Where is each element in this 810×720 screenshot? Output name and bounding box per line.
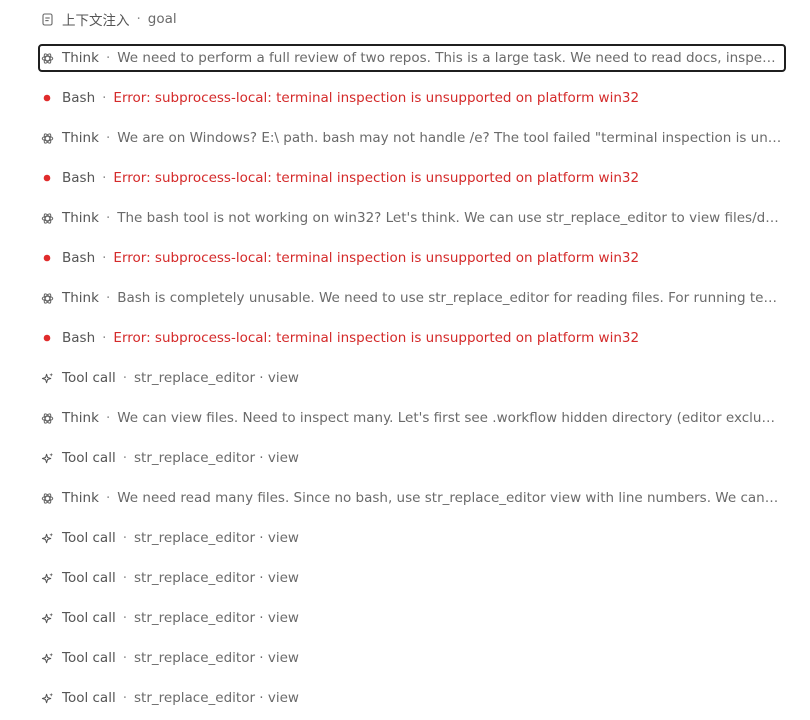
brain-icon <box>40 211 54 225</box>
row-detail: Error: subprocess-local: terminal inspec… <box>113 170 640 186</box>
row-label: 上下文注入 <box>62 13 130 29</box>
row-label: Tool call <box>62 370 116 386</box>
log-row-think[interactable]: Think · We can view files. Need to inspe… <box>38 398 786 438</box>
log-row-bash[interactable]: Bash · Error: subprocess-local: terminal… <box>38 318 786 358</box>
separator: · <box>122 690 128 706</box>
sparkle-icon <box>40 691 54 705</box>
row-label: Bash <box>62 330 96 346</box>
row-detail: The bash tool is not working on win32? L… <box>117 210 782 226</box>
error-dot-icon <box>40 171 54 185</box>
row-label: Think <box>62 210 99 226</box>
row-detail: str_replace_editor · view <box>134 690 299 706</box>
log-row-tool[interactable]: Tool call · str_replace_editor · view <box>38 558 786 598</box>
row-detail: We need to perform a full review of two … <box>117 50 782 66</box>
separator: · <box>105 130 111 146</box>
row-detail: str_replace_editor · view <box>134 610 299 626</box>
brain-icon <box>40 291 54 305</box>
sparkle-icon <box>40 611 54 625</box>
separator: · <box>122 610 128 626</box>
log-row-tool[interactable]: Tool call · str_replace_editor · view <box>38 358 786 398</box>
row-label: Tool call <box>62 690 116 706</box>
separator: · <box>102 170 107 186</box>
log-row-think[interactable]: Think · We need read many files. Since n… <box>38 478 786 518</box>
sparkle-icon <box>40 651 54 665</box>
row-label: Think <box>62 50 99 66</box>
log-row-think[interactable]: Think · Bash is completely unusable. We … <box>38 278 786 318</box>
row-label: Think <box>62 410 99 426</box>
separator: · <box>105 50 111 66</box>
sparkle-icon <box>40 371 54 385</box>
sparkle-icon <box>40 571 54 585</box>
row-label: Tool call <box>62 610 116 626</box>
error-dot-icon <box>40 251 54 265</box>
row-detail: Error: subprocess-local: terminal inspec… <box>113 330 640 346</box>
separator: · <box>105 410 111 426</box>
log-row-tool[interactable]: Tool call · str_replace_editor · view <box>38 678 786 718</box>
row-detail: Error: subprocess-local: terminal inspec… <box>113 90 640 106</box>
row-label: Think <box>62 490 99 506</box>
separator: · <box>105 290 111 306</box>
row-detail: We can view files. Need to inspect many.… <box>117 410 782 426</box>
row-detail: We are on Windows? E:\ path. bash may no… <box>117 130 782 146</box>
row-detail: str_replace_editor · view <box>134 450 299 466</box>
row-label: Think <box>62 290 99 306</box>
brain-icon <box>40 131 54 145</box>
separator: · <box>136 11 141 27</box>
separator: · <box>122 370 128 386</box>
separator: · <box>102 330 107 346</box>
sparkle-icon <box>40 531 54 545</box>
row-detail: Error: subprocess-local: terminal inspec… <box>113 250 640 266</box>
document-icon <box>40 12 54 26</box>
row-label: Tool call <box>62 570 116 586</box>
log-row-think[interactable]: Think · We are on Windows? E:\ path. bas… <box>38 118 786 158</box>
separator: · <box>102 250 107 266</box>
brain-icon <box>40 411 54 425</box>
row-detail: str_replace_editor · view <box>134 570 299 586</box>
error-dot-icon <box>40 331 54 345</box>
log-row-bash[interactable]: Bash · Error: subprocess-local: terminal… <box>38 158 786 198</box>
separator: · <box>122 450 128 466</box>
log-row-think[interactable]: Think · We need to perform a full review… <box>38 38 786 78</box>
log-row-bash[interactable]: Bash · Error: subprocess-local: terminal… <box>38 78 786 118</box>
log-row-context[interactable]: 上下文注入 · goal <box>38 0 786 38</box>
row-label: Bash <box>62 250 96 266</box>
log-row-bash[interactable]: Bash · Error: subprocess-local: terminal… <box>38 238 786 278</box>
separator: · <box>102 90 107 106</box>
separator: · <box>122 650 128 666</box>
separator: · <box>122 530 128 546</box>
brain-icon <box>40 51 54 65</box>
activity-log: 上下文注入 · goal Think · We need to perform … <box>38 0 786 718</box>
row-label: Tool call <box>62 530 116 546</box>
sparkle-icon <box>40 451 54 465</box>
log-row-tool[interactable]: Tool call · str_replace_editor · view <box>38 438 786 478</box>
row-label: Tool call <box>62 450 116 466</box>
log-row-tool[interactable]: Tool call · str_replace_editor · view <box>38 518 786 558</box>
brain-icon <box>40 491 54 505</box>
row-detail: str_replace_editor · view <box>134 530 299 546</box>
error-dot-icon <box>40 91 54 105</box>
separator: · <box>105 210 111 226</box>
separator: · <box>105 490 111 506</box>
row-detail: We need read many files. Since no bash, … <box>117 490 782 506</box>
row-label: Tool call <box>62 650 116 666</box>
row-detail: str_replace_editor · view <box>134 650 299 666</box>
log-row-tool[interactable]: Tool call · str_replace_editor · view <box>38 598 786 638</box>
log-row-tool[interactable]: Tool call · str_replace_editor · view <box>38 638 786 678</box>
row-label: Think <box>62 130 99 146</box>
row-label: Bash <box>62 170 96 186</box>
row-label: Bash <box>62 90 96 106</box>
separator: · <box>122 570 128 586</box>
row-detail: Bash is completely unusable. We need to … <box>117 290 782 306</box>
log-row-think[interactable]: Think · The bash tool is not working on … <box>38 198 786 238</box>
row-detail: str_replace_editor · view <box>134 370 299 386</box>
row-detail: goal <box>147 11 177 27</box>
